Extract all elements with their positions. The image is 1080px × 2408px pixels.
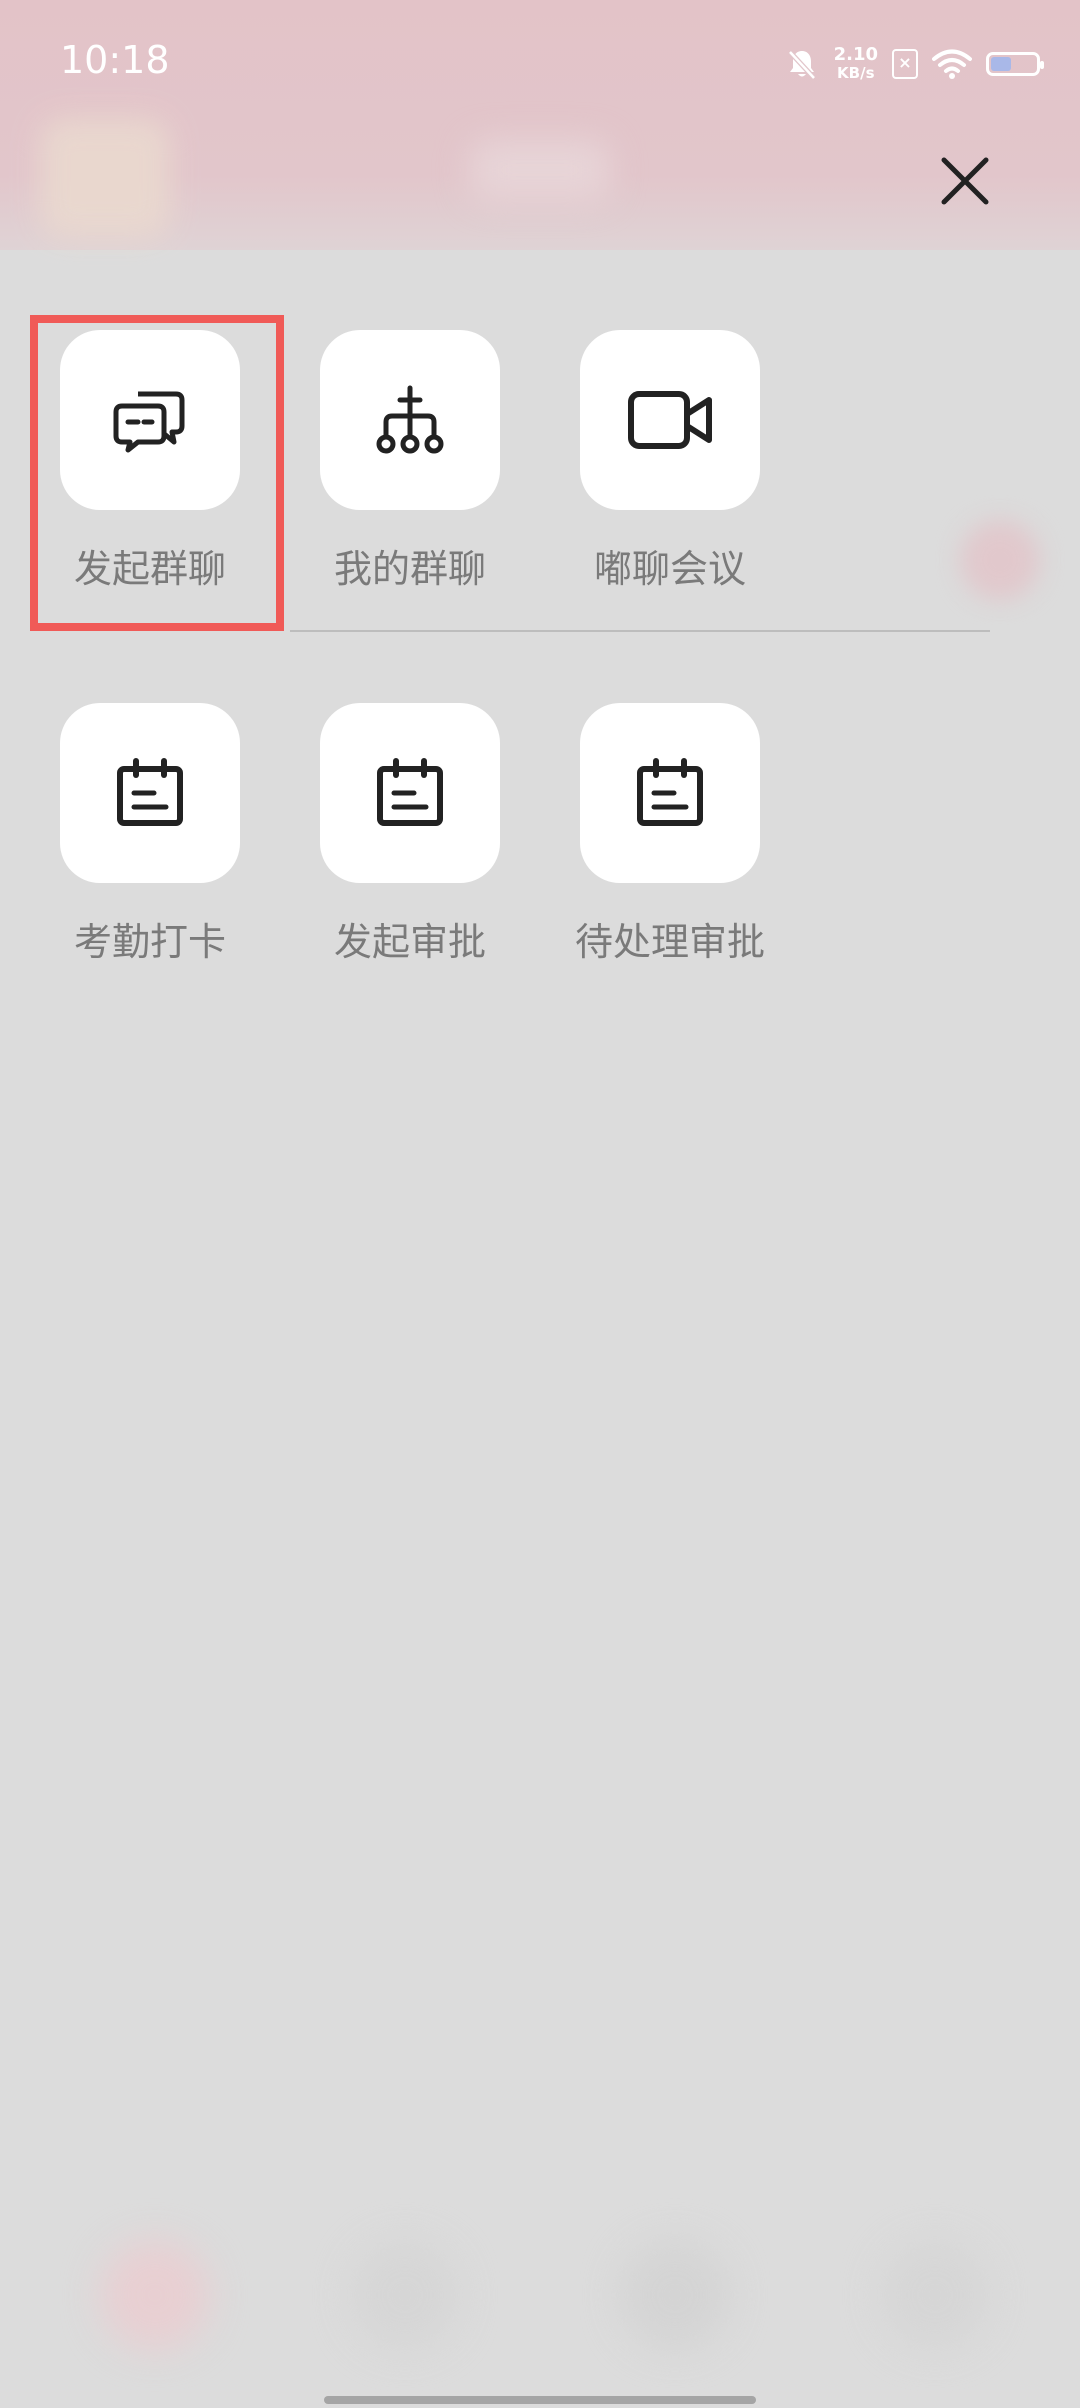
calendar-note-icon <box>377 758 443 826</box>
pending-approvals-button[interactable]: 待处理审批 <box>540 703 800 1003</box>
background-tab-blur <box>880 2240 990 2350</box>
bell-muted-icon <box>787 50 816 80</box>
close-button[interactable] <box>930 146 1000 216</box>
home-indicator[interactable] <box>324 2396 756 2404</box>
attendance-checkin-button[interactable]: 考勤打卡 <box>20 703 280 1003</box>
calendar-note-icon <box>117 758 183 826</box>
background-title-blur <box>470 140 610 200</box>
start-approval-button[interactable]: 发起审批 <box>280 703 540 1003</box>
background-tab-blur <box>620 2240 730 2350</box>
status-time: 10:18 <box>60 38 170 82</box>
video-camera-icon <box>628 391 712 449</box>
network-speed: 2.10 KB/s <box>833 44 878 83</box>
tile-icon-container <box>580 703 760 883</box>
tile-label: 我的群聊 <box>333 547 486 591</box>
tile-label: 考勤打卡 <box>73 920 226 964</box>
status-bar: 10:18 2.10 KB/s × <box>0 0 1080 120</box>
calendar-note-icon <box>637 758 703 826</box>
tile-icon-container <box>60 703 240 883</box>
background-tab-blur <box>350 2240 460 2350</box>
section-divider <box>290 630 990 632</box>
battery-level <box>991 57 1011 71</box>
background-badge-blur <box>960 520 1040 600</box>
org-tree-icon <box>376 385 444 454</box>
highlight-frame <box>30 315 284 631</box>
background-avatar-blur <box>40 118 170 238</box>
tile-icon-container <box>320 330 500 510</box>
close-icon <box>941 157 989 205</box>
tile-icon-container <box>580 330 760 510</box>
status-icons: 2.10 KB/s × <box>784 42 1044 86</box>
tile-icon-container <box>320 703 500 883</box>
tile-label: 嘟聊会议 <box>593 547 746 591</box>
sim-card-icon: × <box>892 49 918 79</box>
background-tab-blur <box>100 2240 210 2350</box>
battery-icon <box>986 52 1044 76</box>
tile-label: 待处理审批 <box>574 920 765 964</box>
tile-label: 发起审批 <box>333 920 486 964</box>
my-group-chats-button[interactable]: 我的群聊 <box>280 330 540 630</box>
video-meeting-button[interactable]: 嘟聊会议 <box>540 330 800 630</box>
wifi-icon <box>932 49 972 79</box>
